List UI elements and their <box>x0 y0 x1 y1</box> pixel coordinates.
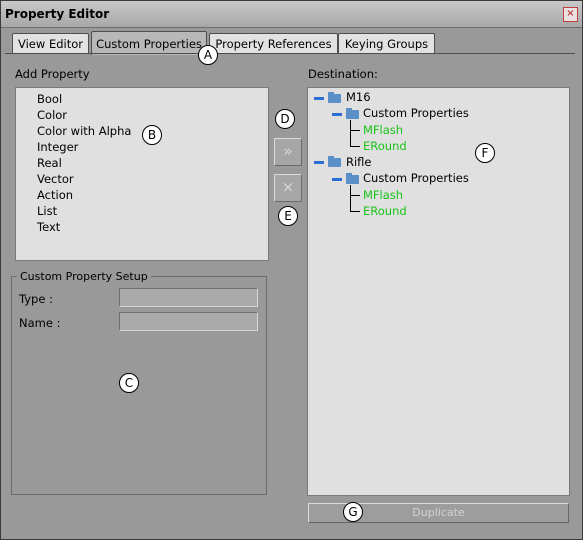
window-title: Property Editor <box>5 7 110 21</box>
custom-property-setup-title: Custom Property Setup <box>17 270 151 283</box>
type-label: Type : <box>19 292 53 306</box>
collapse-icon[interactable] <box>314 161 324 164</box>
list-item[interactable]: Action <box>37 188 73 202</box>
name-field[interactable] <box>119 312 258 331</box>
tab-keying-groups[interactable]: Keying Groups <box>338 33 435 54</box>
folder-icon <box>346 108 359 119</box>
list-item[interactable]: Vector <box>37 172 74 186</box>
tree-node-custom-properties[interactable]: Custom Properties <box>363 171 469 185</box>
folder-icon <box>328 156 341 167</box>
tree-connector <box>350 211 360 212</box>
tab-property-references[interactable]: Property References <box>209 33 338 54</box>
callout-b: B <box>142 125 162 145</box>
list-item[interactable]: Real <box>37 156 62 170</box>
tab-custom-properties[interactable]: Custom Properties <box>91 31 207 55</box>
callout-a: A <box>198 45 218 65</box>
folder-icon <box>346 173 359 184</box>
property-type-list[interactable]: Bool Color Color with Alpha Integer Real… <box>15 87 269 261</box>
tab-divider <box>5 53 575 54</box>
tree-node-m16[interactable]: M16 <box>346 90 371 104</box>
callout-e: E <box>278 206 298 226</box>
remove-from-destination-button[interactable]: × <box>274 174 302 202</box>
name-label: Name : <box>19 316 61 330</box>
destination-tree[interactable]: M16 Custom Properties MFlash ERound Rifl… <box>307 87 570 496</box>
list-item[interactable]: Color <box>37 108 67 122</box>
folder-icon <box>328 92 341 103</box>
list-item[interactable]: Color with Alpha <box>37 124 131 138</box>
tree-connector <box>350 130 360 131</box>
collapse-icon[interactable] <box>332 113 342 116</box>
callout-g: G <box>343 502 363 522</box>
title-bar: Property Editor × <box>1 1 582 28</box>
custom-property-setup-group <box>11 276 267 495</box>
callout-d: D <box>275 109 295 129</box>
callout-f: F <box>475 143 495 163</box>
tree-leaf-mflash[interactable]: MFlash <box>363 188 403 202</box>
tree-leaf-eround[interactable]: ERound <box>363 204 407 218</box>
callout-c: C <box>119 373 139 393</box>
tree-node-custom-properties[interactable]: Custom Properties <box>363 106 469 120</box>
add-property-label: Add Property <box>15 67 90 81</box>
tree-connector <box>350 146 360 147</box>
tree-connector <box>350 195 360 196</box>
add-to-destination-button[interactable]: » <box>274 138 302 166</box>
list-item[interactable]: Bool <box>37 92 62 106</box>
tree-leaf-eround[interactable]: ERound <box>363 139 407 153</box>
collapse-icon[interactable] <box>314 97 324 100</box>
list-item[interactable]: Text <box>37 220 60 234</box>
list-item[interactable]: Integer <box>37 140 78 154</box>
close-button[interactable]: × <box>563 7 578 22</box>
tree-connector <box>350 120 351 146</box>
property-editor-window: Property Editor × View Editor Custom Pro… <box>0 0 583 540</box>
tree-leaf-mflash[interactable]: MFlash <box>363 123 403 137</box>
destination-label: Destination: <box>308 67 378 81</box>
tree-connector <box>350 185 351 211</box>
type-field[interactable] <box>119 288 258 307</box>
tree-node-rifle[interactable]: Rifle <box>346 155 372 169</box>
collapse-icon[interactable] <box>332 178 342 181</box>
list-item[interactable]: List <box>37 204 57 218</box>
tab-view-editor[interactable]: View Editor <box>12 33 89 54</box>
